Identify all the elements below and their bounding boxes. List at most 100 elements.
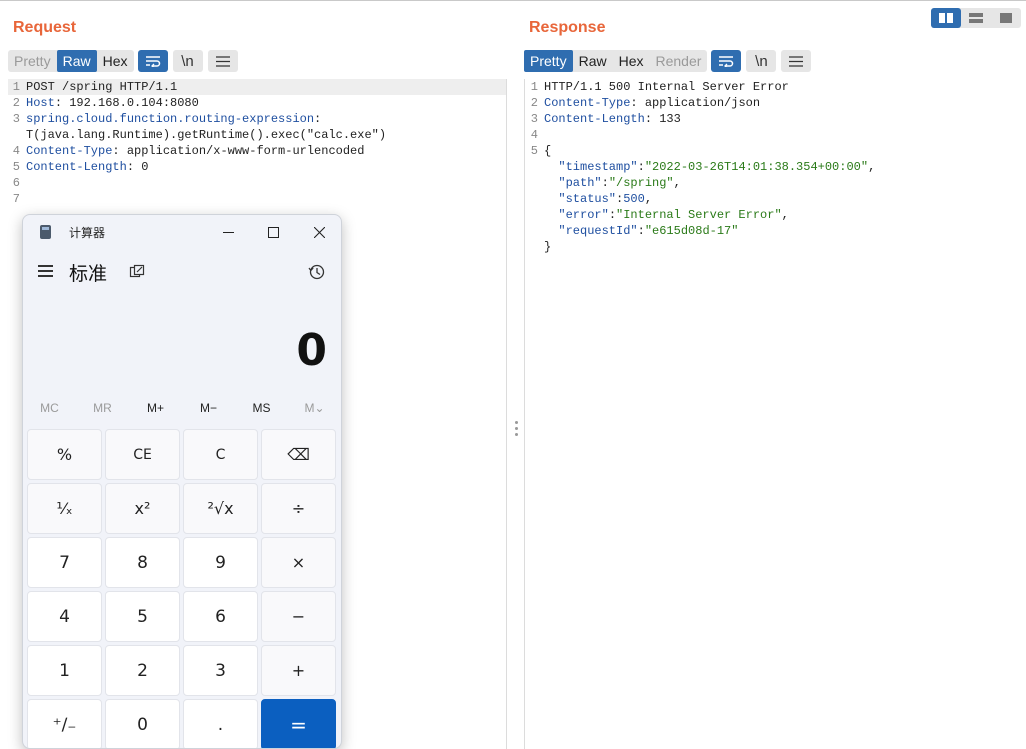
digit-2-key[interactable]: 2 xyxy=(105,645,180,696)
pane-splitter-handle[interactable] xyxy=(514,421,518,436)
code-token: "timestamp" xyxy=(544,160,638,174)
code-token: Content-Type xyxy=(544,96,631,110)
code-line: 3 spring.cloud.function.routing-expressio… xyxy=(8,111,506,127)
request-view-tabs: Pretty Raw Hex xyxy=(8,50,134,72)
code-token: , xyxy=(644,192,653,206)
clear-entry-key[interactable]: CE xyxy=(105,429,180,480)
wrap-icon[interactable] xyxy=(711,50,742,72)
response-tab-pretty[interactable]: Pretty xyxy=(524,50,573,72)
digit-4-key[interactable]: 4 xyxy=(27,591,102,642)
code-token: } xyxy=(544,240,552,254)
keep-on-top-icon[interactable] xyxy=(129,264,145,280)
newline-toggle-button[interactable]: \n xyxy=(172,50,203,72)
code-line: 6 xyxy=(8,175,506,191)
calculator-titlebar[interactable]: 计算器 xyxy=(23,215,341,249)
calculator-display: 0 xyxy=(296,325,327,376)
close-icon[interactable] xyxy=(304,221,334,243)
square-root-key[interactable]: ²√x xyxy=(183,483,258,534)
percent-key[interactable]: % xyxy=(27,429,102,480)
digit-0-key[interactable]: 0 xyxy=(105,699,180,748)
wrap-icon[interactable] xyxy=(137,50,168,72)
memory-button[interactable]: M⌄ xyxy=(288,401,341,415)
line-number xyxy=(525,207,538,223)
digit-7-key[interactable]: 7 xyxy=(27,537,102,588)
line-number xyxy=(525,223,538,239)
request-tab-hex[interactable]: Hex xyxy=(97,50,134,72)
response-tab-render[interactable]: Render xyxy=(650,50,708,72)
code-line: 7 xyxy=(8,191,506,207)
response-tab-raw[interactable]: Raw xyxy=(573,50,613,72)
digit-1-key[interactable]: 1 xyxy=(27,645,102,696)
calculator-mode-title: 标准 xyxy=(69,264,108,285)
response-view-tabs: Pretty Raw Hex Render xyxy=(524,50,708,72)
code-token: , xyxy=(673,176,681,190)
reciprocal-key[interactable]: ¹⁄ₓ xyxy=(27,483,102,534)
add-key[interactable]: + xyxy=(261,645,336,696)
newline-toggle-button[interactable]: \n xyxy=(746,50,777,72)
code-line: } xyxy=(525,239,1026,255)
code-token: Content-Type xyxy=(26,144,113,158)
divide-key[interactable]: ÷ xyxy=(261,483,336,534)
code-token: : xyxy=(314,112,322,126)
digit-3-key[interactable]: 3 xyxy=(183,645,258,696)
code-token: : 0 xyxy=(126,160,149,174)
line-number: 6 xyxy=(12,176,20,190)
code-token: , xyxy=(781,208,789,222)
digit-9-key[interactable]: 9 xyxy=(183,537,258,588)
code-line: 2 Content-Type: application/json xyxy=(525,95,1026,111)
code-token: , xyxy=(868,160,876,174)
request-tab-raw[interactable]: Raw xyxy=(56,50,97,72)
line-number: 7 xyxy=(12,192,20,206)
code-token: HTTP/1.1 500 Internal Server Error xyxy=(544,80,789,94)
line-number xyxy=(525,239,538,255)
line-number: 3 xyxy=(530,112,538,126)
equals-key[interactable]: = xyxy=(261,699,336,748)
response-editor[interactable]: 1 HTTP/1.1 500 Internal Server Error 2 Cont… xyxy=(524,79,1026,749)
code-token: Host xyxy=(26,96,55,110)
code-token: "status" xyxy=(544,192,617,206)
menu-icon[interactable] xyxy=(781,50,812,72)
memory-button[interactable]: MR xyxy=(76,401,129,415)
decimal-key[interactable]: . xyxy=(183,699,258,748)
memory-button[interactable]: M− xyxy=(182,401,235,415)
line-number: 2 xyxy=(12,96,20,110)
code-token: POST /spring HTTP/1.1 xyxy=(26,80,178,94)
code-token: 500 xyxy=(623,192,645,206)
code-line: 1 POST /spring HTTP/1.1 xyxy=(8,79,506,95)
line-number xyxy=(525,159,538,175)
response-tab-hex[interactable]: Hex xyxy=(613,50,650,72)
response-pane: Response Pretty Raw Hex Render \n 1 HTTP/… xyxy=(519,1,1026,749)
request-tab-pretty[interactable]: Pretty xyxy=(8,50,57,72)
minimize-icon[interactable] xyxy=(213,221,243,243)
line-number xyxy=(525,191,538,207)
backspace-key[interactable]: ⌫ xyxy=(261,429,336,480)
line-number: 5 xyxy=(530,144,538,158)
code-token: : xyxy=(608,208,617,222)
memory-button[interactable]: MC xyxy=(23,401,76,415)
clear-key[interactable]: C xyxy=(183,429,258,480)
line-number: 3 xyxy=(12,112,20,126)
memory-button[interactable]: MS xyxy=(235,401,288,415)
code-line: 2 Host: 192.168.0.104:8080 xyxy=(8,95,506,111)
digit-6-key[interactable]: 6 xyxy=(183,591,258,642)
menu-icon[interactable] xyxy=(207,50,238,72)
code-token: "e615d08d-17" xyxy=(644,224,739,238)
multiply-key[interactable]: × xyxy=(261,537,336,588)
code-line: 5 Content-Length: 0 xyxy=(8,159,506,175)
maximize-icon[interactable] xyxy=(258,221,288,243)
negate-key[interactable]: ⁺∕₋ xyxy=(27,699,102,748)
calculator-app-icon xyxy=(40,225,51,239)
subtract-key[interactable]: − xyxy=(261,591,336,642)
memory-button[interactable]: M+ xyxy=(129,401,182,415)
code-token: "Internal Server Error" xyxy=(616,208,782,222)
digit-5-key[interactable]: 5 xyxy=(105,591,180,642)
code-token: : xyxy=(637,160,645,174)
code-line: "status":500, xyxy=(525,191,1026,207)
digit-8-key[interactable]: 8 xyxy=(105,537,180,588)
hamburger-menu-icon[interactable] xyxy=(35,261,57,281)
code-token: : application/x-www-form-urlencoded xyxy=(112,144,365,158)
square-key[interactable]: x² xyxy=(105,483,180,534)
code-token: { xyxy=(544,144,552,158)
response-title: Response xyxy=(529,19,606,36)
history-icon[interactable] xyxy=(308,263,326,281)
